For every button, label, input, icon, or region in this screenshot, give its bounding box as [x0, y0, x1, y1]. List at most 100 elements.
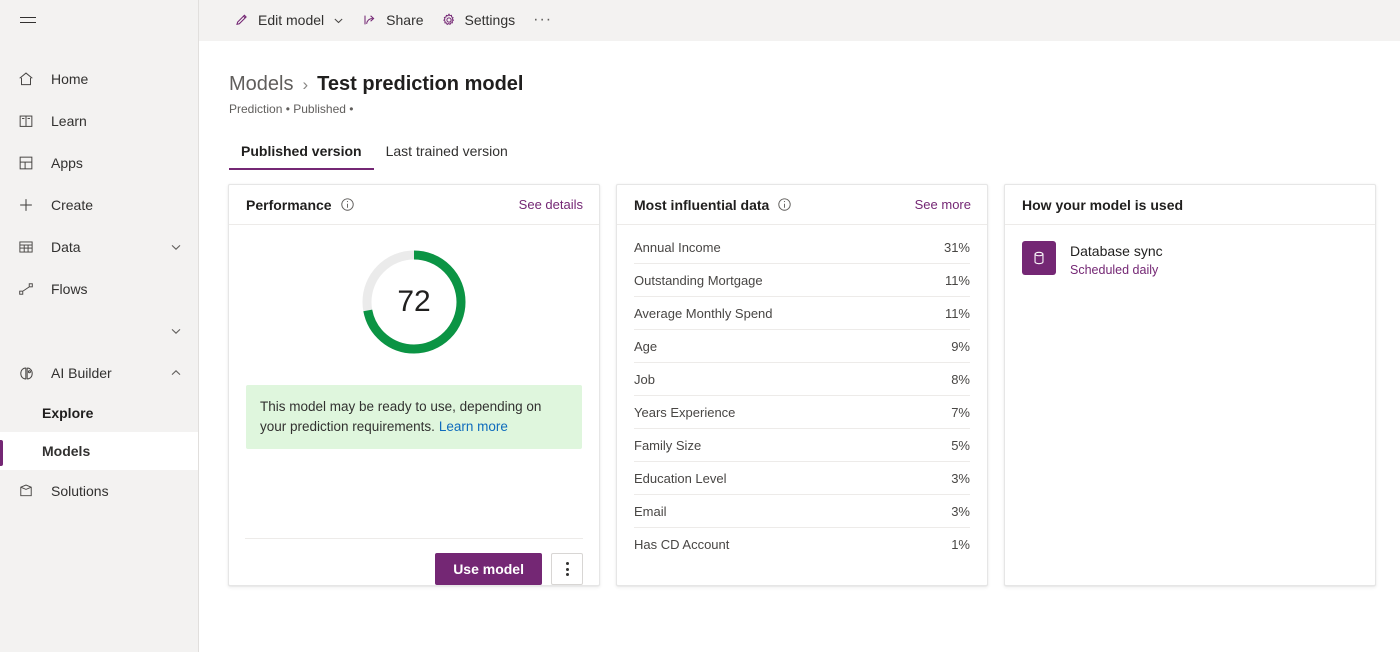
chevron-down-icon[interactable]	[168, 323, 184, 339]
influential-data-row: Annual Income31%	[634, 231, 970, 264]
sidebar-item-solutions[interactable]: Solutions	[0, 470, 198, 512]
usage-card-title: How your model is used	[1022, 197, 1183, 213]
cards-row: Performance See details	[199, 184, 1400, 586]
tab-last-trained-version[interactable]: Last trained version	[374, 143, 520, 170]
see-more-link[interactable]: See more	[915, 197, 971, 212]
influential-data-percent: 8%	[951, 372, 970, 387]
chevron-up-icon[interactable]	[168, 365, 184, 381]
learn-more-link[interactable]: Learn more	[439, 419, 508, 434]
influential-data-name: Education Level	[634, 471, 951, 486]
influential-data-percent: 31%	[944, 240, 970, 255]
gear-icon	[440, 11, 458, 29]
main-content: Edit model Share	[199, 0, 1400, 652]
influential-data-row: Age9%	[634, 330, 970, 363]
sidebar-item-home[interactable]: Home	[0, 58, 198, 100]
performance-score: 72	[359, 247, 469, 357]
share-button[interactable]: Share	[353, 4, 431, 36]
command-bar: Edit model Share	[199, 0, 1400, 41]
share-icon	[361, 11, 379, 29]
performance-card: Performance See details	[228, 184, 600, 586]
dot	[566, 573, 569, 576]
sidebar-item-label: Home	[51, 71, 184, 87]
plus-icon	[16, 195, 36, 215]
sidebar-item-learn[interactable]: Learn	[0, 100, 198, 142]
usage-card-header: How your model is used	[1005, 185, 1375, 225]
performance-card-header: Performance See details	[229, 185, 599, 225]
flows-icon	[16, 279, 36, 299]
sidebar-item-label: Explore	[42, 405, 184, 421]
settings-label: Settings	[465, 12, 516, 28]
sidebar: Home Learn Apps	[0, 0, 199, 652]
performance-card-title: Performance	[246, 197, 332, 213]
sidebar-item-data[interactable]: Data	[0, 226, 198, 268]
info-icon[interactable]	[777, 197, 792, 212]
see-details-link[interactable]: See details	[519, 197, 583, 212]
influential-data-percent: 3%	[951, 471, 970, 486]
performance-card-body: 72 This model may be ready to use, depen…	[229, 225, 599, 516]
breadcrumb: Models › Test prediction model	[229, 73, 1400, 96]
share-label: Share	[386, 12, 423, 28]
influential-data-name: Email	[634, 504, 951, 519]
influential-data-name: Annual Income	[634, 240, 944, 255]
breadcrumb-separator-icon: ›	[302, 75, 308, 95]
chevron-down-icon[interactable]	[168, 239, 184, 255]
influential-data-percent: 7%	[951, 405, 970, 420]
sidebar-nav: Home Learn Apps	[0, 58, 198, 512]
sidebar-item-label: Models	[42, 443, 184, 459]
dot	[566, 562, 569, 565]
performance-card-footer: Use model	[245, 538, 583, 585]
influential-data-name: Outstanding Mortgage	[634, 273, 945, 288]
table-icon	[16, 237, 36, 257]
influential-data-name: Has CD Account	[634, 537, 951, 552]
performance-gauge: 72	[359, 247, 469, 357]
sidebar-item-create[interactable]: Create	[0, 184, 198, 226]
sidebar-item-models[interactable]: Models	[0, 432, 198, 470]
influential-data-row: Job8%	[634, 363, 970, 396]
most-influential-data-card: Most influential data See more Annual In…	[616, 184, 988, 586]
influential-data-list: Annual Income31%Outstanding Mortgage11%A…	[617, 225, 987, 585]
sidebar-item-label: Apps	[51, 155, 184, 171]
overflow-menu-button[interactable]: ···	[523, 4, 562, 36]
page-title: Test prediction model	[317, 73, 523, 96]
influential-card-header: Most influential data See more	[617, 185, 987, 225]
usage-item-text: Database syncScheduled daily	[1070, 241, 1163, 279]
influential-data-row: Education Level3%	[634, 462, 970, 495]
tab-published-version[interactable]: Published version	[229, 143, 374, 170]
influential-data-percent: 11%	[945, 273, 970, 288]
sidebar-item-label: Data	[51, 239, 168, 255]
sidebar-item-more[interactable]	[0, 310, 198, 352]
influential-data-row: Years Experience7%	[634, 396, 970, 429]
chevron-down-icon[interactable]	[331, 13, 345, 27]
sidebar-item-apps[interactable]: Apps	[0, 142, 198, 184]
app-root: Home Learn Apps	[0, 0, 1400, 652]
use-model-button[interactable]: Use model	[435, 553, 542, 585]
influential-data-row: Outstanding Mortgage11%	[634, 264, 970, 297]
settings-button[interactable]: Settings	[432, 4, 524, 36]
database-icon	[1022, 241, 1056, 275]
info-icon[interactable]	[340, 197, 355, 212]
influential-data-percent: 5%	[951, 438, 970, 453]
performance-more-options-button[interactable]	[551, 553, 583, 585]
hamburger-icon[interactable]	[8, 0, 48, 40]
breadcrumb-parent-link[interactable]: Models	[229, 73, 293, 96]
book-icon	[16, 111, 36, 131]
ai-builder-icon	[16, 363, 36, 383]
hamburger-bar	[20, 17, 36, 18]
pencil-icon	[233, 11, 251, 29]
sidebar-item-flows[interactable]: Flows	[0, 268, 198, 310]
sidebar-item-ai-builder[interactable]: AI Builder	[0, 352, 198, 394]
sidebar-item-explore[interactable]: Explore	[0, 394, 198, 432]
solutions-icon	[16, 481, 36, 501]
sidebar-item-label: AI Builder	[51, 365, 168, 381]
tab-list: Published version Last trained version	[199, 143, 1400, 170]
sidebar-item-label: Solutions	[51, 483, 184, 499]
performance-note: This model may be ready to use, dependin…	[246, 385, 582, 449]
usage-list-item[interactable]: Database syncScheduled daily	[1022, 241, 1358, 279]
influential-data-row: Family Size5%	[634, 429, 970, 462]
usage-item-title: Database sync	[1070, 242, 1163, 261]
influential-card-title: Most influential data	[634, 197, 769, 213]
edit-model-button[interactable]: Edit model	[225, 4, 353, 36]
influential-data-row: Average Monthly Spend11%	[634, 297, 970, 330]
hamburger-bar	[20, 22, 36, 23]
usage-item-subtitle: Scheduled daily	[1070, 261, 1163, 279]
